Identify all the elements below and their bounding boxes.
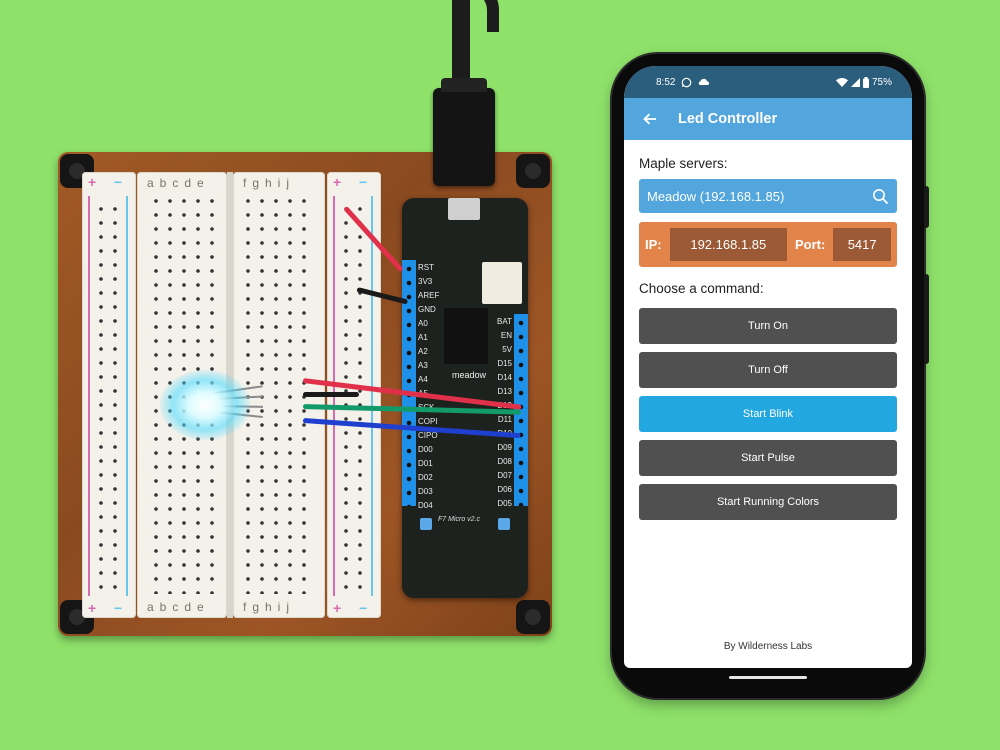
cloud-icon: [698, 78, 710, 86]
app-content: Maple servers: Meadow (192.168.1.85) IP:…: [624, 156, 912, 520]
pin-label: A1: [418, 333, 428, 342]
servers-label: Maple servers:: [639, 156, 728, 171]
footer-credit: By Wilderness Labs: [723, 641, 813, 652]
phone: 8:52 75% Led Controller Maple servers: M…: [612, 54, 929, 698]
start-running-colors-button[interactable]: Start Running Colors: [639, 484, 897, 520]
start-pulse-button[interactable]: Start Pulse: [639, 440, 897, 476]
app-title: Led Controller: [678, 111, 778, 127]
pin-label: D03: [418, 487, 433, 496]
wifi-icon: [835, 77, 848, 87]
rail-minus-label: −: [114, 174, 123, 190]
search-icon[interactable]: [872, 188, 889, 205]
battery-icon: [862, 76, 869, 88]
pin-label: D00: [418, 445, 433, 454]
pin-label: A4: [418, 375, 428, 384]
rubber-foot: [516, 600, 550, 634]
rgb-led-lit: [160, 370, 250, 440]
rail-line-red: [88, 196, 90, 596]
power-button: [924, 186, 929, 228]
pin-label: EN: [500, 331, 512, 340]
mcu-chip: [444, 308, 488, 364]
reset-button: [420, 518, 432, 530]
pin-label: 3V3: [418, 277, 433, 286]
signal-icon: [850, 77, 860, 87]
pin-label: A0: [418, 319, 428, 328]
app-bar: Led Controller: [624, 98, 912, 140]
rail-holes: [94, 202, 122, 592]
start-blink-button[interactable]: Start Blink: [639, 396, 897, 432]
rail-plus-label: +: [88, 174, 97, 190]
port-label: Port:: [794, 237, 826, 252]
boot-button: [498, 518, 510, 530]
rail-plus-label: +: [333, 600, 342, 616]
pin-label: D11: [497, 415, 512, 424]
rail-minus-label: −: [359, 174, 368, 190]
ip-field[interactable]: 192.168.1.85: [669, 228, 787, 261]
power-rail-left: + − + −: [82, 172, 136, 618]
pin-label: D02: [418, 473, 433, 482]
pin-label: AREF: [418, 291, 440, 300]
ip-label: IP:: [645, 237, 662, 252]
home-indicator[interactable]: [729, 675, 807, 679]
pin-label: GND: [418, 305, 436, 314]
battery-connector: [482, 262, 522, 304]
pin-label: D06: [497, 485, 512, 494]
turn-off-button[interactable]: Turn Off: [639, 352, 897, 388]
pin-label: D09: [497, 443, 512, 452]
rail-plus-label: +: [88, 600, 97, 616]
column-letters: fghij: [243, 176, 296, 190]
pin-label: A3: [418, 361, 428, 370]
commands-label: Choose a command:: [639, 281, 764, 296]
pin-label: D15: [497, 359, 512, 368]
pin-label: A2: [418, 347, 428, 356]
phone-screen: 8:52 75% Led Controller Maple servers: M…: [624, 66, 912, 668]
turn-on-button[interactable]: Turn On: [639, 308, 897, 344]
pin-label: BAT: [497, 317, 512, 326]
rail-line-blue: [371, 196, 373, 596]
pin-header-left: [402, 260, 416, 506]
pin-label: 5V: [502, 345, 512, 354]
column-letters: abcde: [147, 176, 210, 190]
rubber-foot: [516, 154, 550, 188]
pin-label: D13: [497, 387, 512, 396]
status-bar: 8:52 75%: [624, 66, 912, 98]
pin-label: D04: [418, 501, 433, 510]
micro-usb-port: [448, 198, 480, 220]
rail-holes: [339, 202, 367, 592]
nav-bar: [624, 668, 912, 686]
pin-label: RST: [418, 263, 434, 272]
usb-plug: [433, 78, 495, 186]
rail-minus-label: −: [359, 600, 368, 616]
port-field[interactable]: 5417: [833, 228, 891, 261]
command-list: Turn On Turn Off Start Blink Start Pulse…: [639, 308, 897, 520]
rail-line-blue: [126, 196, 128, 596]
whatsapp-icon: [681, 77, 692, 88]
pin-label: D01: [418, 459, 433, 468]
board-model-label: F7 Micro v2.c: [438, 516, 481, 523]
column-letters: abcde: [147, 600, 210, 614]
rail-plus-label: +: [333, 174, 342, 190]
connection-panel: IP: 192.168.1.85 Port: 5417: [639, 222, 897, 267]
pin-label: D14: [497, 373, 512, 382]
column-letters: fghij: [243, 600, 296, 614]
server-picker-value: Meadow (192.168.1.85): [647, 188, 785, 204]
pin-label: D05: [497, 499, 512, 508]
rail-minus-label: −: [114, 600, 123, 616]
pin-label: D07: [497, 471, 512, 480]
meadow-logo: meadow: [452, 370, 487, 380]
battery-percent: 75%: [871, 76, 892, 88]
pin-label: D08: [497, 457, 512, 466]
pin-labels-left: RST3V3AREFGNDA0A1A2A3A4A5SCKCOPICIPOD00D…: [418, 261, 439, 513]
server-picker[interactable]: Meadow (192.168.1.85): [639, 179, 897, 213]
status-time: 8:52: [656, 76, 676, 88]
wire-black: [303, 392, 359, 397]
arrow-left-icon: [643, 113, 656, 125]
volume-button: [924, 274, 929, 364]
back-button[interactable]: [638, 107, 662, 131]
